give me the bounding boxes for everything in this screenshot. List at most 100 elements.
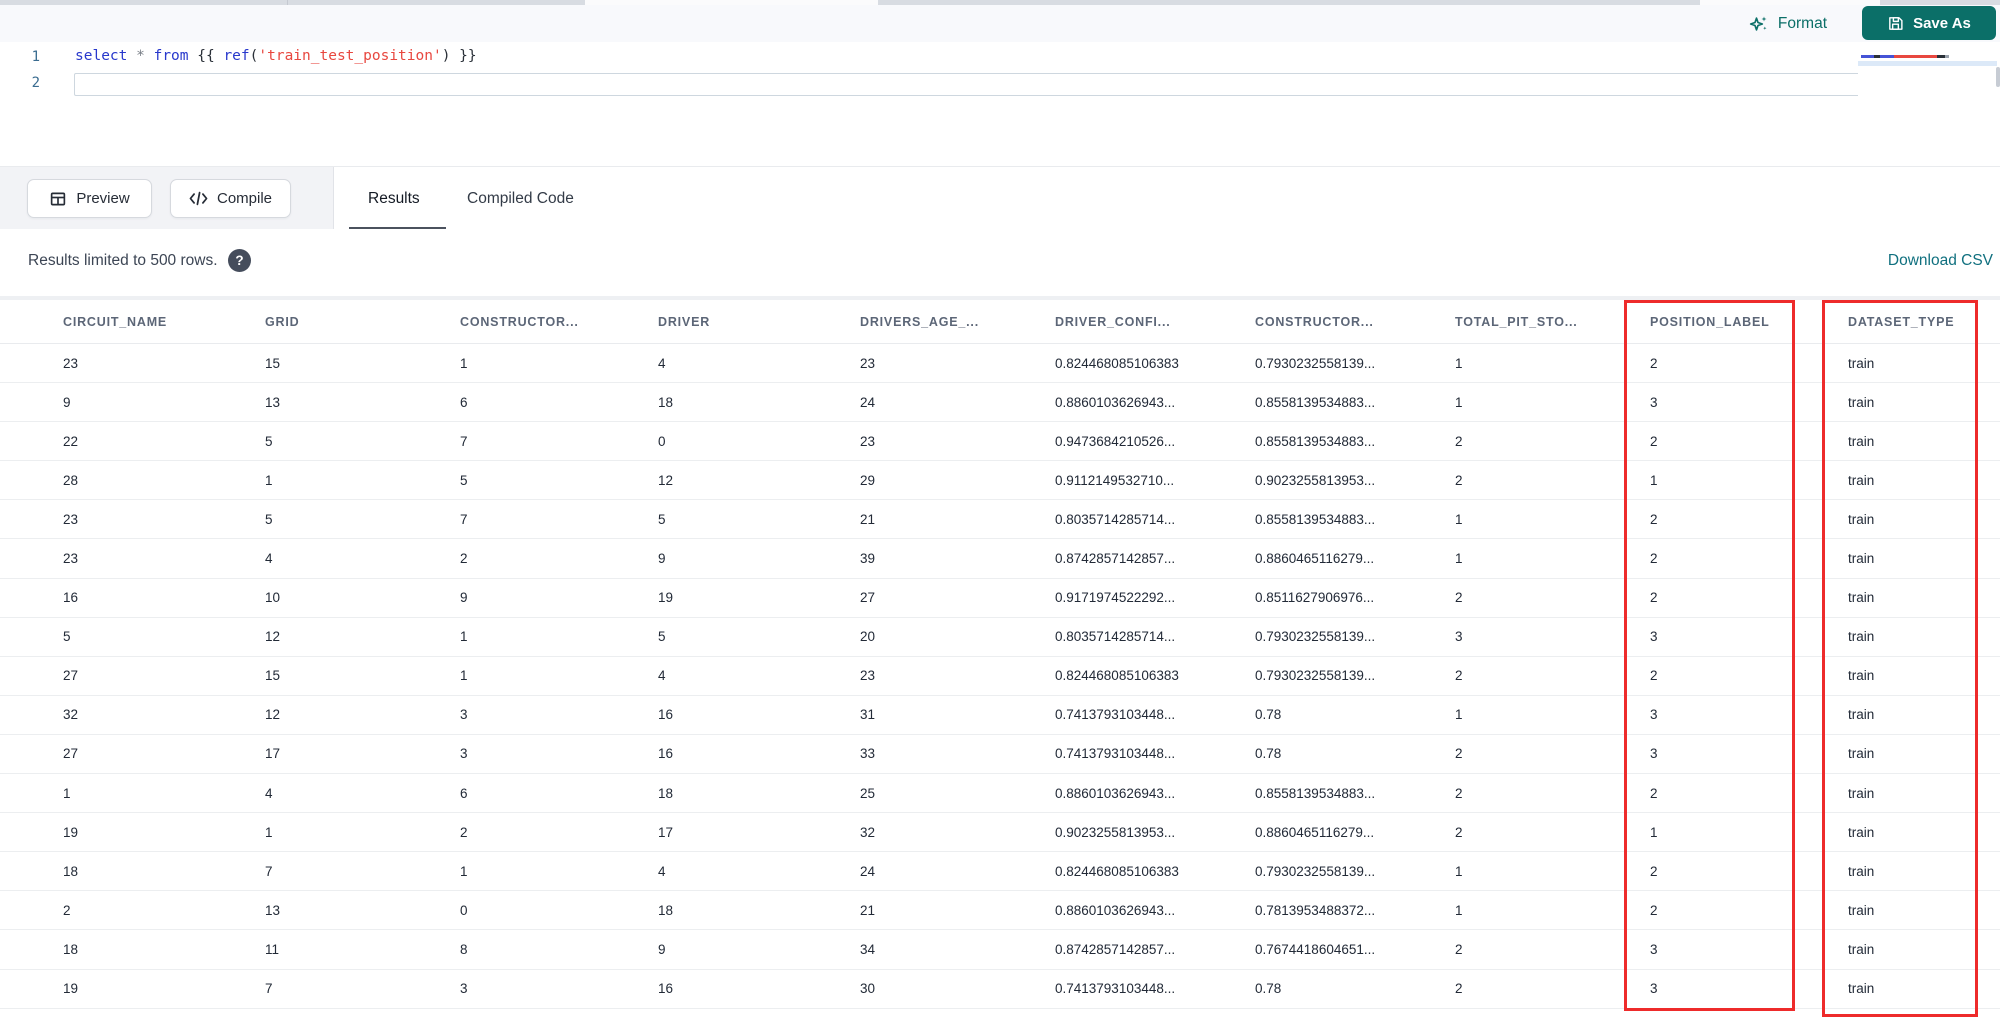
save-icon bbox=[1887, 15, 1904, 32]
minimap-code bbox=[1861, 55, 1979, 58]
table-cell: 2 bbox=[1455, 668, 1463, 684]
table-cell: 23 bbox=[63, 551, 79, 567]
table-cell: 0.8558139534883... bbox=[1255, 785, 1376, 801]
results-info-bar: Results limited to 500 rows. ? Download … bbox=[0, 229, 2000, 296]
table-cell: 1 bbox=[1455, 863, 1463, 879]
table-cell: 34 bbox=[860, 941, 876, 957]
table-cell: 1 bbox=[1455, 902, 1463, 918]
table-cell: 4 bbox=[658, 668, 666, 684]
table-cell: 1 bbox=[265, 824, 273, 840]
table-cell: 3 bbox=[460, 746, 468, 762]
table-cell: 19 bbox=[63, 981, 79, 997]
table-cell: 1 bbox=[460, 668, 468, 684]
table-cell: 0.8742857142857... bbox=[1055, 941, 1176, 957]
table-cell: 5 bbox=[265, 433, 273, 449]
table-cell: 3 bbox=[1455, 629, 1463, 645]
table-cell: 0.8860465116279... bbox=[1255, 551, 1375, 567]
table-cell: 23 bbox=[860, 433, 876, 449]
sparkles-icon bbox=[1749, 14, 1769, 34]
table-cell: 24 bbox=[860, 394, 876, 410]
table-cell: 23 bbox=[63, 511, 79, 527]
table-cell: 17 bbox=[658, 824, 674, 840]
table-cell: 27 bbox=[860, 590, 876, 606]
table-cell: 25 bbox=[860, 785, 876, 801]
table-cell: 11 bbox=[265, 941, 280, 957]
editor-scrollbar[interactable] bbox=[1996, 67, 2000, 87]
table-cell: 0.8860103626943... bbox=[1055, 394, 1176, 410]
table-cell: 20 bbox=[860, 629, 876, 645]
row-limit-notice: Results limited to 500 rows. bbox=[28, 252, 218, 269]
table-cell: 2 bbox=[460, 551, 468, 567]
results-toolbar: Preview Compile Results Compiled Code bbox=[0, 166, 2000, 230]
table-cell: 0.78 bbox=[1255, 981, 1282, 997]
minimap-highlight bbox=[1858, 61, 1997, 66]
table-cell: 0.7674418604651... bbox=[1255, 941, 1376, 957]
table-cell: 0 bbox=[460, 902, 468, 918]
table-cell: 15 bbox=[265, 668, 281, 684]
table-cell: 23 bbox=[860, 355, 876, 371]
table-cell: 13 bbox=[265, 394, 281, 410]
table-cell: 16 bbox=[658, 707, 674, 723]
table-cell: 9 bbox=[658, 551, 666, 567]
table-cell: 0.8558139534883... bbox=[1255, 394, 1376, 410]
preview-button[interactable]: Preview bbox=[27, 179, 152, 218]
download-csv-link[interactable]: Download CSV bbox=[1888, 252, 1993, 270]
table-cell: 0 bbox=[658, 433, 666, 449]
active-line-cursor bbox=[74, 73, 1924, 96]
table-cell: 7 bbox=[265, 981, 273, 997]
table-cell: 16 bbox=[63, 590, 79, 606]
table-cell: 15 bbox=[265, 355, 281, 371]
table-cell: 3 bbox=[460, 981, 468, 997]
table-cell: 1 bbox=[460, 629, 468, 645]
tab-compiled-code[interactable]: Compiled Code bbox=[467, 167, 574, 230]
table-cell: 0.78 bbox=[1255, 707, 1282, 723]
table-cell: 0.8035714285714... bbox=[1055, 511, 1176, 527]
column-header: CONSTRUCTOR... bbox=[1255, 314, 1374, 329]
table-cell: 2 bbox=[1455, 433, 1463, 449]
table-cell: 5 bbox=[460, 472, 468, 488]
table-cell: 17 bbox=[265, 746, 281, 762]
code-editor[interactable]: 1 2 select * from {{ ref('train_test_pos… bbox=[0, 42, 2000, 166]
table-cell: 1 bbox=[1455, 511, 1463, 527]
editor-minimap[interactable] bbox=[1858, 52, 1997, 106]
highlight-box-position-label bbox=[1624, 300, 1795, 1011]
column-header: DRIVER bbox=[658, 314, 711, 329]
table-cell: 2 bbox=[1455, 824, 1463, 840]
format-button[interactable]: Format bbox=[1749, 5, 1827, 42]
table-cell: 33 bbox=[860, 746, 876, 762]
table-cell: 27 bbox=[63, 746, 79, 762]
tab-results[interactable]: Results bbox=[368, 167, 420, 230]
table-cell: 0.824468085106383 bbox=[1055, 355, 1179, 371]
table-cell: 2 bbox=[1455, 472, 1463, 488]
action-buttons-group: Preview Compile bbox=[0, 167, 334, 230]
code-token: 'train_test_position' bbox=[258, 48, 442, 64]
compile-button-label: Compile bbox=[216, 190, 273, 207]
save-as-button-label: Save As bbox=[1913, 14, 1971, 32]
code-token: {{ bbox=[188, 48, 224, 64]
table-cell: 1 bbox=[265, 472, 273, 488]
table-icon bbox=[49, 190, 67, 208]
table-cell: 21 bbox=[860, 511, 876, 527]
table-cell: 1 bbox=[1455, 707, 1463, 723]
table-cell: 0.7413793103448... bbox=[1055, 746, 1176, 762]
help-icon[interactable]: ? bbox=[228, 249, 251, 272]
table-cell: 18 bbox=[63, 941, 79, 957]
table-cell: 19 bbox=[63, 824, 79, 840]
line-number: 2 bbox=[31, 75, 40, 91]
table-cell: 21 bbox=[860, 902, 876, 918]
table-cell: 22 bbox=[63, 433, 79, 449]
table-cell: 6 bbox=[460, 394, 468, 410]
table-cell: 0.8860103626943... bbox=[1055, 902, 1176, 918]
table-cell: 0.7813953488372... bbox=[1255, 902, 1376, 918]
table-cell: 1 bbox=[63, 785, 71, 801]
column-header: CIRCUIT_NAME bbox=[63, 314, 168, 329]
save-as-button[interactable]: Save As bbox=[1862, 6, 1996, 40]
table-cell: 39 bbox=[860, 551, 876, 567]
table-cell: 16 bbox=[658, 981, 674, 997]
table-cell: 0.9023255813953... bbox=[1255, 472, 1376, 488]
table-cell: 7 bbox=[460, 511, 468, 527]
column-header: DRIVER_CONFI... bbox=[1055, 314, 1171, 329]
table-cell: 5 bbox=[658, 511, 666, 527]
compile-button[interactable]: Compile bbox=[170, 179, 291, 218]
